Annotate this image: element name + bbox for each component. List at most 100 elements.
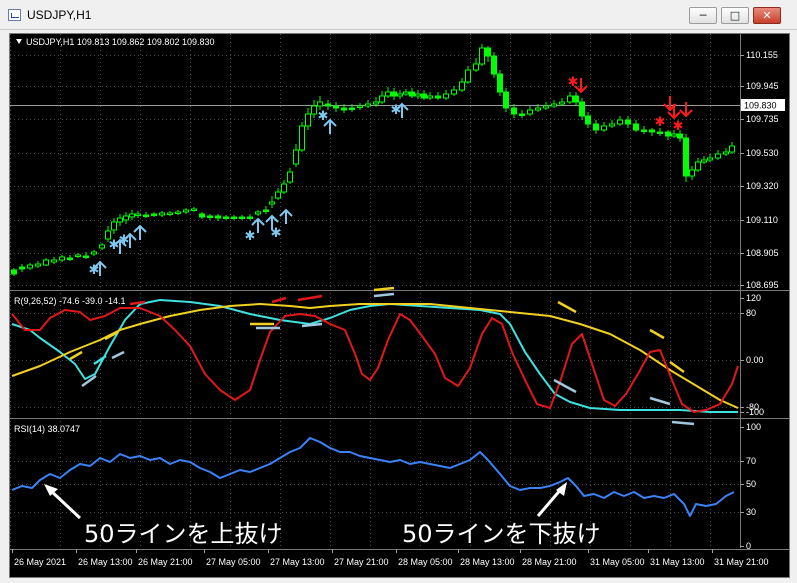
candle-body (451, 89, 457, 95)
candle-body (397, 93, 403, 97)
candle-body (75, 254, 81, 257)
candle-body (665, 131, 671, 137)
candle-body (543, 105, 549, 109)
candle-body (649, 129, 655, 133)
candle-body (159, 212, 165, 216)
title-bar: USDJPY,H1 ─ □ ✕ (0, 0, 797, 30)
candle-body (223, 216, 229, 219)
candle-body (671, 133, 677, 137)
candle-body (391, 91, 397, 97)
rsi-tick-label: 30 (746, 507, 756, 517)
collapse-triangle-icon[interactable] (16, 39, 22, 44)
candle-body (117, 217, 123, 223)
candle-body (373, 101, 379, 105)
candle-body (311, 105, 317, 115)
sell-star-marker: ✱ (568, 74, 579, 89)
buy-star-marker: ✱ (245, 228, 256, 243)
candle-body (601, 125, 607, 131)
candle-body (485, 47, 491, 57)
price-tick-label: 109.320 (746, 181, 779, 191)
main-chart-header: USDJPY,H1 109.813 109.862 109.802 109.83… (16, 37, 215, 47)
candle-body (83, 255, 89, 258)
candle-body (207, 215, 213, 218)
candle-body (421, 93, 427, 99)
candle-body (99, 244, 105, 249)
candle-body (683, 137, 689, 177)
buy-star-marker: ✱ (89, 262, 100, 277)
time-axis-label: 27 May 13:00 (270, 557, 325, 567)
close-button[interactable]: ✕ (753, 7, 781, 24)
maximize-button[interactable]: □ (721, 7, 749, 24)
price-tick-label: 108.905 (746, 248, 779, 258)
candle-body (503, 91, 509, 109)
rci-long-line (11, 299, 738, 413)
candle-body (573, 95, 579, 103)
candle-body (349, 107, 355, 110)
candle-body (491, 55, 497, 75)
annotation-pointer-right (536, 487, 564, 517)
candle-body (559, 101, 565, 105)
candle-body (325, 103, 331, 107)
rci-signal-mark (271, 296, 287, 304)
candle-body (497, 73, 503, 93)
buy-star-marker: ✱ (119, 232, 130, 247)
candle-body (677, 133, 683, 139)
candle-body (167, 212, 173, 215)
rci-tick-label: -100 (746, 407, 764, 417)
minimize-button[interactable]: ─ (689, 7, 717, 24)
chart-window[interactable]: ✱ ✱ ✱ ✱ ✱ ✱ ✱ ✱ ✱ ✱ 110.155 109.945 109.735 109.530 1… (9, 33, 790, 578)
time-axis-label: 27 May 05:00 (206, 557, 261, 567)
candle-body (625, 119, 631, 125)
time-axis-label: 26 May 13:00 (78, 557, 133, 567)
candle-body (379, 95, 385, 103)
rci-signal-mark (69, 350, 83, 361)
candle-body (67, 257, 73, 260)
candle-body (111, 221, 117, 231)
buy-star-marker: ✱ (391, 102, 402, 117)
candle-body (51, 259, 57, 263)
candle-body (11, 269, 17, 275)
candle-body (281, 183, 287, 193)
chart-canvas[interactable]: ✱✱ ✱ ✱ ✱✱ ✱✱✱ ✱ 110.155109.945109.735109.5301… (10, 34, 790, 578)
rsi-tick-label: 50 (746, 479, 756, 489)
price-tick-label: 109.945 (746, 81, 779, 91)
price-tick-label: 110.155 (746, 50, 778, 60)
price-tick-label: 109.110 (746, 215, 778, 225)
candle-body (317, 101, 323, 107)
candle-body (701, 159, 707, 163)
candle-body (19, 266, 25, 270)
main-chart-header-text: USDJPY,H1 109.813 109.862 109.802 109.83… (26, 37, 215, 47)
candle-body (689, 169, 695, 177)
candle-body (231, 216, 237, 219)
candle-body (707, 157, 713, 161)
rsi-tick-label: 0 (746, 541, 751, 551)
candle-body (535, 107, 541, 111)
candle-body (633, 123, 639, 131)
candle-body (403, 91, 409, 95)
candle-body (293, 149, 299, 165)
price-tick-label: 109.530 (746, 148, 779, 158)
time-axis-label: 26 May 21:00 (138, 557, 193, 567)
candle-body (511, 107, 517, 115)
time-axis-label: 31 May 21:00 (714, 557, 769, 567)
rci-tick-label: 80 (746, 308, 756, 318)
time-axis-label: 26 May 2021 (14, 557, 66, 567)
rsi-header: RSI(14) 38.0747 (14, 424, 81, 434)
candle-body (551, 103, 557, 107)
candle-body (519, 113, 525, 116)
candle-body (333, 105, 339, 109)
candle-body (275, 191, 281, 199)
candle-body (479, 47, 485, 65)
rsi-tick-label: 100 (746, 422, 761, 432)
candle-body (199, 213, 205, 218)
candle-body (567, 95, 573, 103)
rci-tick-label: 120 (746, 293, 761, 303)
candle-body (35, 263, 41, 267)
annotation-cross-below-50: 50ラインを下抜け (402, 520, 601, 548)
candle-body (143, 214, 149, 217)
candle-body (443, 93, 449, 99)
candle-body (641, 129, 647, 132)
candle-body (415, 93, 421, 97)
price-tick-label: 108.695 (746, 280, 779, 290)
candle-body (341, 107, 347, 111)
